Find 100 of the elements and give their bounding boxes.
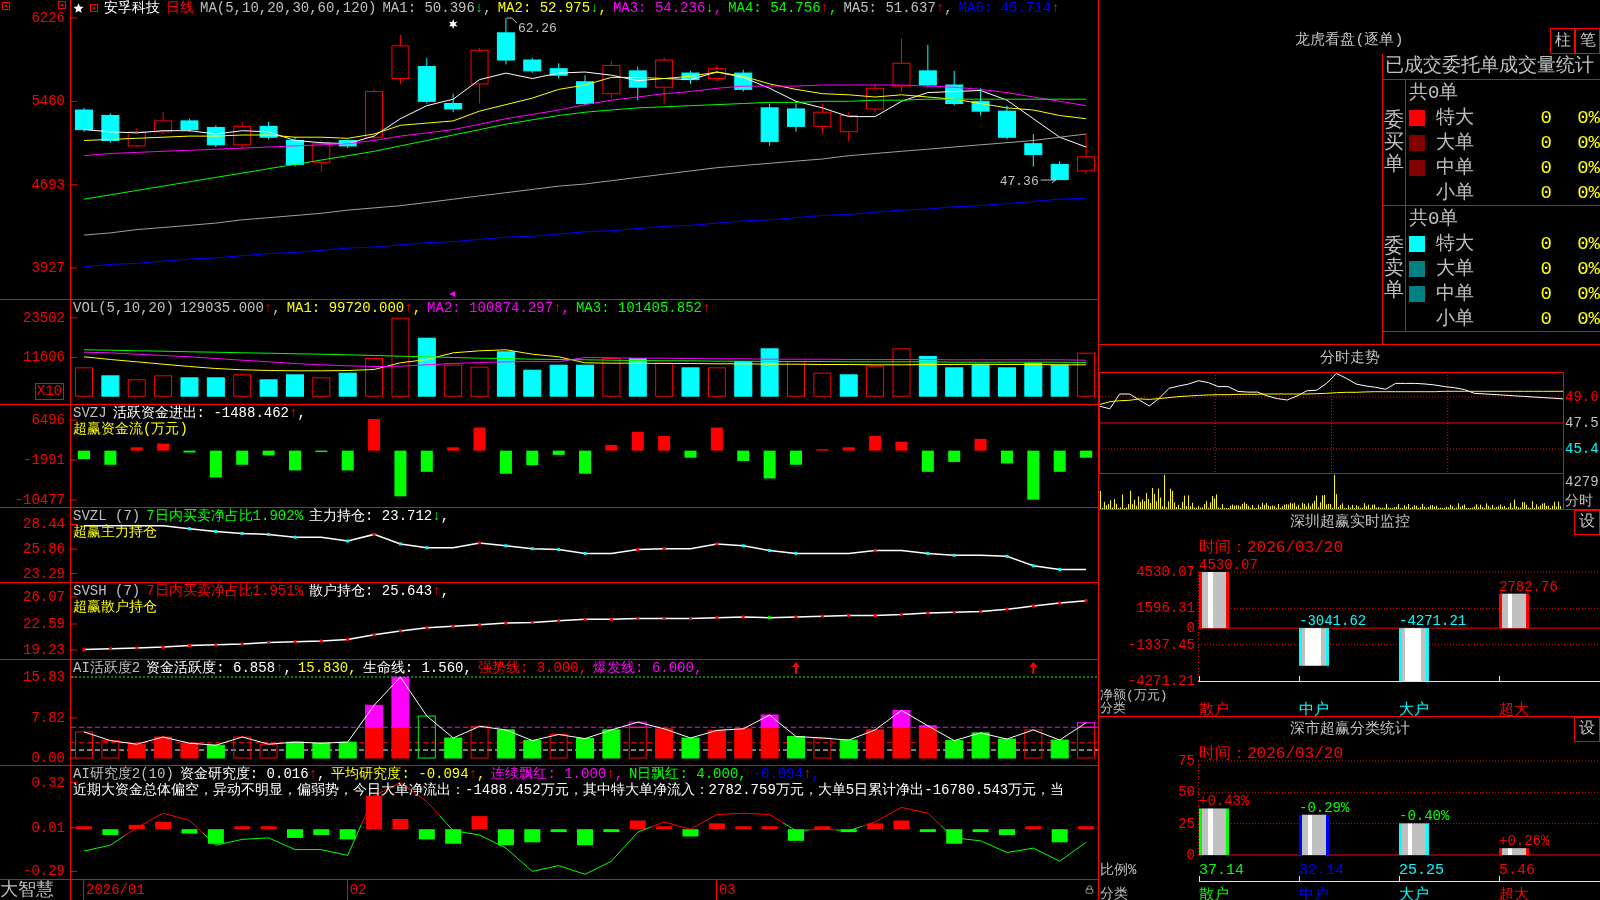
category-label: 超大 <box>1499 702 1529 719</box>
axis-title: 净额(万元) <box>1100 689 1169 702</box>
order-total: 共0单 <box>1409 207 1459 230</box>
axis-tick-label: 28.44 <box>23 518 65 531</box>
order-percent: 0% <box>1577 282 1600 305</box>
side-label: 委买单 <box>1384 109 1404 176</box>
axis-tick-label: 7.82 <box>31 711 65 724</box>
change-label: +0.43% <box>1199 793 1250 810</box>
axis-tick-label: 25.86 <box>23 543 65 556</box>
change-label: +0.26% <box>1499 833 1550 850</box>
legend-text: 日线 <box>166 0 194 16</box>
value-label: 5.46 <box>1499 862 1535 879</box>
axis-tick-label: 5460 <box>31 95 65 108</box>
panel-title: 深市超赢分类统计 <box>1289 720 1410 739</box>
legend-text: 主力持仓: 23.712↓, <box>309 508 450 524</box>
legend-text: 资金活跃度: 6.858↑, <box>146 660 292 676</box>
axis-tick-label: 6226 <box>31 12 65 25</box>
panel-title: 深圳超赢实时监控 <box>1289 514 1410 532</box>
legend-text: 15.830, <box>297 660 357 676</box>
legend-text: 资金研究度: 0.016↑, <box>179 766 326 782</box>
value-label: 2782.76 <box>1499 578 1558 595</box>
axis-title: 分时 <box>1565 493 1594 509</box>
axis-tick-label: -1991 <box>23 454 65 466</box>
order-size-label: 大单 <box>1436 257 1475 280</box>
value-label: 32.14 <box>1299 862 1344 879</box>
axis-tick-label: 0 <box>1186 848 1195 862</box>
legend-text: 散户持仓: 25.643↑, <box>309 583 450 599</box>
value-label: -4271.21 <box>1399 613 1467 630</box>
legend-text: AI研究度2(10) <box>73 766 174 782</box>
legend-text: MA2: 52.975↓, <box>497 0 607 16</box>
axis-tick-label: 49.6 <box>1565 389 1599 405</box>
legend-text: 超赢散户持仓 <box>73 599 157 615</box>
legend-text: SVZL (7) <box>73 508 141 524</box>
legend-text: -0.094↑, <box>752 766 820 782</box>
order-size-label: 小单 <box>1436 307 1475 330</box>
legend-text: 平均研究度: -0.094↑, <box>331 766 486 782</box>
legend-text: MA6: 45.714↑ <box>958 0 1060 16</box>
order-count: 0 <box>1540 131 1552 154</box>
panel-title: 分时走势 <box>1319 349 1380 368</box>
legend-text: SVZJ <box>73 405 107 421</box>
order-size-label: 中单 <box>1436 282 1475 305</box>
order-percent: 0% <box>1577 257 1600 280</box>
axis-tick-label: 50 <box>1178 785 1195 800</box>
timestamp: 时间：2026/03/20 <box>1199 745 1343 763</box>
legend-text: 连续飘红: 1.000↑, <box>491 766 624 782</box>
order-percent: 0% <box>1577 156 1600 179</box>
legend-text: 强势线: 3.000, <box>477 660 588 676</box>
axis-tick-label: 4530.07 <box>1136 565 1195 579</box>
axis-tick-label: 15.83 <box>23 671 65 683</box>
axis-tick-label: 26.07 <box>23 591 65 603</box>
axis-tick-label: -0.29 <box>23 865 65 878</box>
axis-title: 比例% <box>1100 862 1137 878</box>
order-count: 0 <box>1540 181 1552 204</box>
legend-text: 爆发线: 6.000, <box>593 660 703 676</box>
axis-tick-label: 3927 <box>31 262 65 274</box>
legend-text: 近期大资金总体偏空，异动不明显，偏弱势，今日大单净流出：-1488.452万元，其中特大单净流入：2782.759万元，大单5日累计净出-16780.543万元，当 <box>73 782 1065 798</box>
side-label: 委卖单 <box>1384 235 1404 302</box>
order-size-label: 特大 <box>1436 232 1475 255</box>
axis-tick-label: 19.23 <box>23 644 65 656</box>
panel-title: 龙虎看盘(逐单) <box>1295 32 1404 50</box>
legend-text: MA1: 99720.000↑, <box>286 300 422 316</box>
axis-tick-label: 0.00 <box>31 752 65 764</box>
legend-text: MA(5,10,20,30,60,120) <box>200 0 377 16</box>
order-percent: 0% <box>1577 106 1600 129</box>
legend-text: 生命线: 1.560, <box>362 660 472 676</box>
legend-text: VOL(5,10,20) <box>73 300 174 316</box>
category-label: 散户 <box>1199 702 1229 719</box>
order-count: 0 <box>1540 307 1552 330</box>
axis-tick-label: 4279 <box>1565 474 1600 490</box>
order-percent: 0% <box>1577 232 1600 255</box>
axis-tick-label: 1596.31 <box>1136 601 1195 616</box>
axis-tick-label: 23.29 <box>23 567 65 580</box>
axis-tick-label: -10477 <box>14 494 65 506</box>
order-percent: 0% <box>1577 307 1600 330</box>
legend-text: MA3: 101405.852↑ <box>575 300 711 316</box>
axis-tick-label: 0.32 <box>31 776 65 789</box>
legend-text: 超赢主力持仓 <box>73 524 157 540</box>
order-size-label: 小单 <box>1436 181 1475 204</box>
legend-text: MA1: 50.396↓, <box>382 0 492 16</box>
legend-text: 活跃资金进出: -1488.462↑, <box>112 405 306 421</box>
annotation: 62.26 <box>517 21 557 37</box>
order-count: 0 <box>1540 106 1552 129</box>
legend-text: 7日内买卖净占比1.902% <box>146 508 304 524</box>
category-label: 大户 <box>1399 702 1429 719</box>
date-label: 02 <box>349 882 367 898</box>
order-percent: 0% <box>1577 131 1600 154</box>
value-label: 25.25 <box>1399 862 1444 879</box>
date-label: 03 <box>718 882 736 898</box>
timestamp: 时间：2026/03/20 <box>1199 539 1343 557</box>
legend-text: 超赢资金流(万元) <box>73 421 188 437</box>
order-size-label: 大单 <box>1436 131 1475 154</box>
table-title: 已成交委托单成交量统计 <box>1385 55 1594 77</box>
axis-tick-label: 0 <box>1186 621 1195 636</box>
legend-text: 安孚科技 <box>104 0 160 16</box>
order-size-label: 中单 <box>1436 156 1475 179</box>
category-label: 中户 <box>1299 702 1329 719</box>
axis-title: 分类 <box>1100 886 1128 900</box>
legend-text: N日飘红: 4.000, <box>629 766 747 782</box>
change-label: -0.29% <box>1299 799 1350 816</box>
annotation: 47.36 <box>999 174 1039 190</box>
